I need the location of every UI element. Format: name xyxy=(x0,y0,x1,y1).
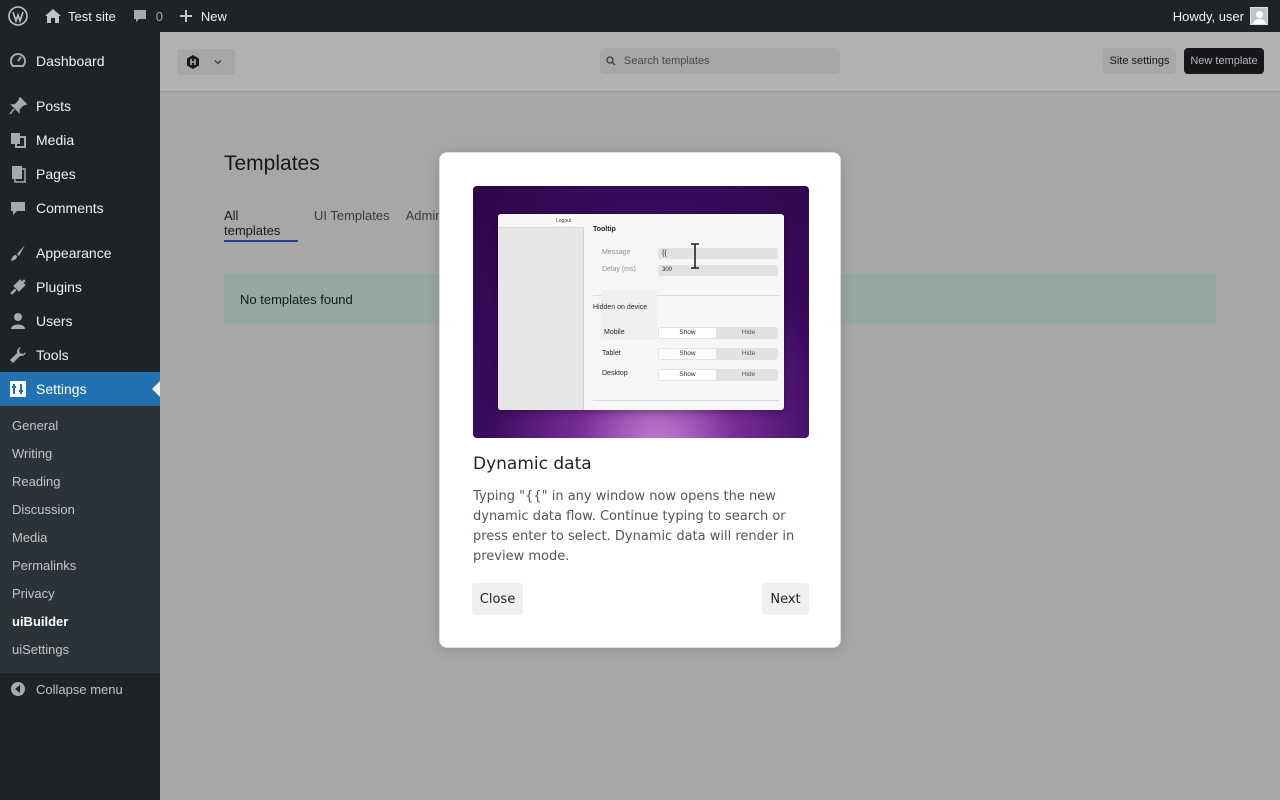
admin-bar: Test site 0 New Howdy, user xyxy=(0,0,1280,32)
sidebar-item-settings[interactable]: Settings xyxy=(0,372,160,406)
submenu-uibuilder[interactable]: uiBuilder xyxy=(12,612,68,632)
brush-icon xyxy=(0,244,36,262)
next-button[interactable]: Next xyxy=(762,583,809,615)
avatar xyxy=(1250,7,1268,25)
my-account-link[interactable]: Howdy, user xyxy=(1173,0,1280,32)
submenu-reading[interactable]: Reading xyxy=(12,472,60,492)
sidebar-item-dashboard[interactable]: Dashboard xyxy=(0,44,160,78)
preview-message-field: {{ xyxy=(658,248,778,259)
preview-message-label: Message xyxy=(602,249,631,256)
new-label: New xyxy=(200,8,227,24)
collapse-arrow-icon xyxy=(0,681,36,697)
new-content-link[interactable]: New xyxy=(171,0,235,32)
sidebar-item-appearance[interactable]: Appearance xyxy=(0,236,160,270)
preview-sidebar: Logout xyxy=(498,214,584,410)
close-button[interactable]: Close xyxy=(472,583,523,615)
user-icon xyxy=(0,312,36,330)
comment-icon xyxy=(0,199,36,217)
submenu-permalinks[interactable]: Permalinks xyxy=(12,556,76,576)
dashboard-icon xyxy=(0,52,36,70)
wrench-icon xyxy=(0,346,36,364)
comment-icon xyxy=(133,10,146,22)
sidebar-item-plugins[interactable]: Plugins xyxy=(0,270,160,304)
wordpress-logo-icon[interactable] xyxy=(0,0,36,32)
pages-icon xyxy=(0,165,36,183)
sliders-icon xyxy=(0,380,36,398)
preview-delay-label: Delay (ms) xyxy=(602,266,636,273)
sidebar-item-tools[interactable]: Tools xyxy=(0,338,160,372)
preview-logout: Logout xyxy=(554,217,574,225)
site-name: Test site xyxy=(68,8,116,24)
collapse-menu-button[interactable]: Collapse menu xyxy=(0,676,123,702)
sidebar-item-comments[interactable]: Comments xyxy=(0,191,160,225)
submenu-general[interactable]: General xyxy=(12,416,58,436)
admin-sidebar: Dashboard Posts Media Pages Comments App… xyxy=(0,32,160,800)
sidebar-item-users[interactable]: Users xyxy=(0,304,160,338)
text-cursor-icon xyxy=(691,243,699,269)
plug-icon xyxy=(0,278,36,296)
comments-link[interactable]: 0 xyxy=(124,0,171,32)
site-name-link[interactable]: Test site xyxy=(36,0,124,32)
submenu-writing[interactable]: Writing xyxy=(12,444,52,464)
home-icon xyxy=(45,9,61,23)
submenu-media[interactable]: Media xyxy=(12,528,47,548)
comments-count: 0 xyxy=(155,8,163,24)
plus-icon xyxy=(179,10,192,22)
sidebar-item-pages[interactable]: Pages xyxy=(0,157,160,191)
preview-delay-field: 300 xyxy=(658,265,778,276)
settings-submenu: General Writing Reading Discussion Media… xyxy=(0,406,160,673)
submenu-uisettings[interactable]: uiSettings xyxy=(12,640,69,660)
media-icon xyxy=(0,131,36,149)
pin-icon xyxy=(0,97,36,115)
preview-window: Logout Tooltip Message {{ Delay (ms) 300… xyxy=(498,214,784,410)
sidebar-item-media[interactable]: Media xyxy=(0,123,160,157)
howdy-text: Howdy, user xyxy=(1172,8,1244,24)
sidebar-item-posts[interactable]: Posts xyxy=(0,89,160,123)
whats-new-dialog: Logout Tooltip Message {{ Delay (ms) 300… xyxy=(439,152,841,648)
dialog-description: Typing "{{" in any window now opens the … xyxy=(473,489,795,564)
preview-panel-title: Tooltip xyxy=(593,226,616,233)
submenu-privacy[interactable]: Privacy xyxy=(12,584,55,604)
feature-preview-image: Logout Tooltip Message {{ Delay (ms) 300… xyxy=(473,186,809,438)
dialog-title: Dynamic data xyxy=(473,454,592,474)
preview-section-title: Hidden on device xyxy=(593,304,648,311)
submenu-discussion[interactable]: Discussion xyxy=(12,500,75,520)
